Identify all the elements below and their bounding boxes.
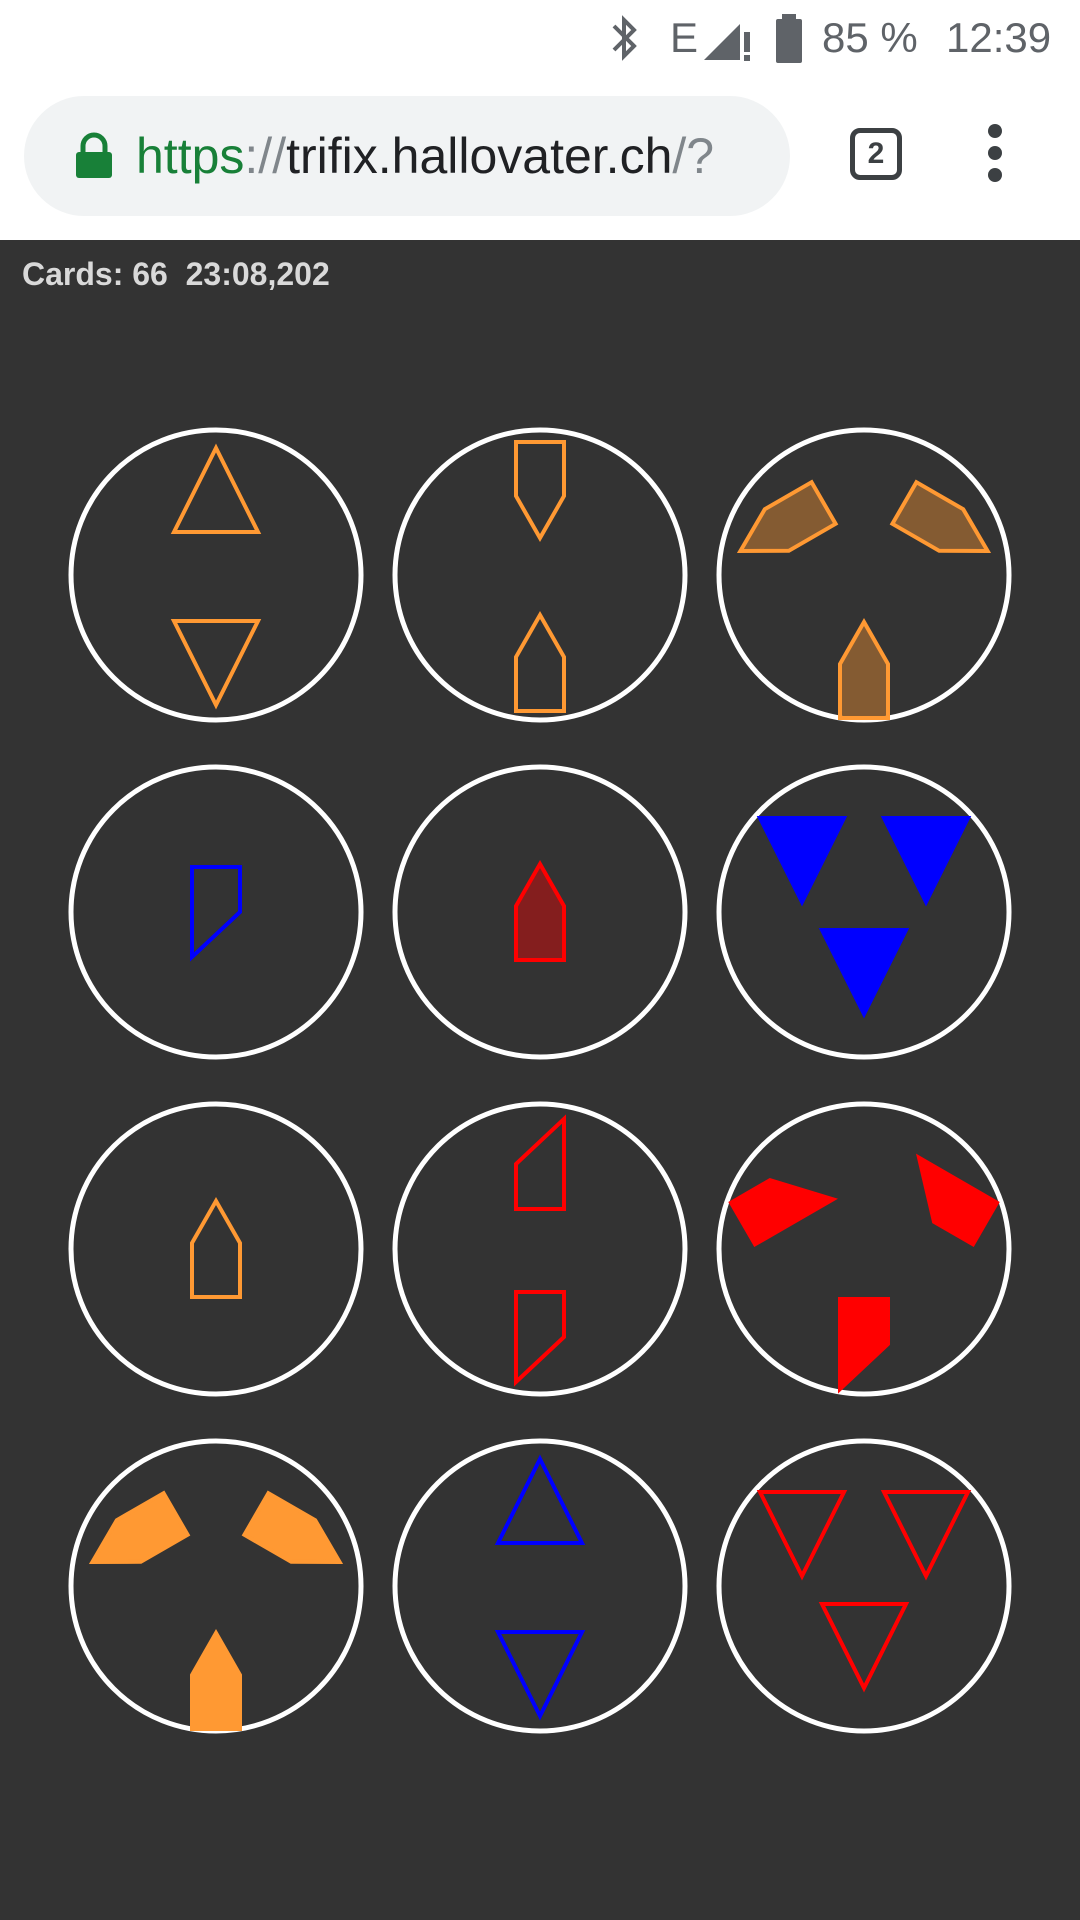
card-circle[interactable]: [392, 1101, 688, 1397]
game-card[interactable]: [716, 764, 1012, 1060]
game-card[interactable]: [68, 1438, 364, 1734]
url-text[interactable]: https://trifix.hallovater.ch/?: [136, 96, 786, 216]
card-circle[interactable]: [68, 1101, 364, 1397]
bluetooth-icon: [606, 10, 642, 66]
game-card[interactable]: [716, 1101, 1012, 1397]
battery-percent: 85 %: [822, 14, 918, 61]
menu-dot: [988, 146, 1002, 160]
game-card[interactable]: [68, 1101, 364, 1397]
url-host: trifix.hallovater.ch: [286, 128, 673, 184]
game-card[interactable]: [392, 427, 688, 723]
address-bar[interactable]: https://trifix.hallovater.ch/?: [24, 96, 790, 216]
game-card[interactable]: [716, 427, 1012, 723]
card-circle[interactable]: [392, 427, 688, 723]
network-type-label: E: [670, 14, 699, 61]
status-bar: E 85 % 12:39: [0, 0, 1080, 80]
game-card[interactable]: [716, 1438, 1012, 1734]
signal-icon: [700, 10, 756, 66]
card-circle[interactable]: [392, 1438, 688, 1734]
game-area: Cards: 66 23:08,202: [0, 240, 1080, 1920]
menu-dot: [988, 124, 1002, 138]
game-card[interactable]: [68, 764, 364, 1060]
url-path: /?: [672, 128, 715, 184]
lock-icon: [72, 132, 116, 180]
menu-icon[interactable]: [975, 124, 1017, 184]
card-circle[interactable]: [68, 427, 364, 723]
game-card[interactable]: [68, 427, 364, 723]
game-card[interactable]: [392, 1438, 688, 1734]
card-board: [68, 427, 1012, 1734]
tab-switcher-button[interactable]: 2: [850, 128, 902, 180]
browser-toolbar: https://trifix.hallovater.ch/? 2: [0, 80, 1080, 240]
card-circle[interactable]: [68, 764, 364, 1060]
game-card[interactable]: [392, 764, 688, 1060]
menu-dot: [988, 168, 1002, 182]
game-card[interactable]: [392, 1101, 688, 1397]
clock: 12:39: [946, 14, 1052, 61]
url-separator: ://: [244, 128, 287, 184]
battery-icon: [772, 10, 806, 66]
url-scheme: https: [136, 128, 245, 184]
